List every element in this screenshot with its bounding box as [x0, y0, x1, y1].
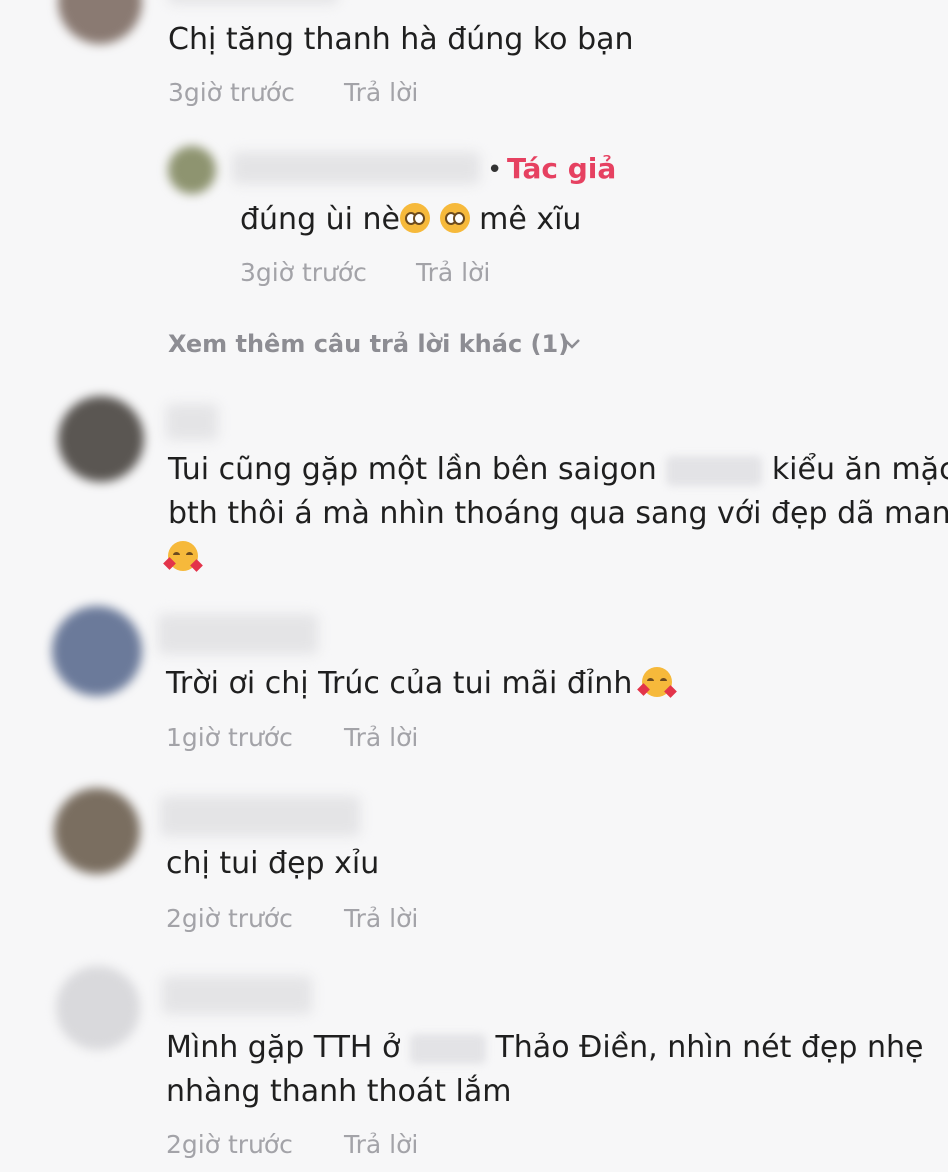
avatar[interactable]: [168, 146, 216, 194]
separator-dot: •: [487, 155, 503, 185]
pleading-face-icon: [439, 203, 470, 233]
timestamp: 1giờ trước: [166, 723, 293, 752]
comment-text: chị tui đẹp xỉu: [166, 846, 380, 881]
avatar[interactable]: [54, 788, 140, 874]
more-replies-link[interactable]: Xem thêm câu trả lời khác (1): [168, 330, 569, 358]
pleading-face-icon: [400, 203, 431, 233]
comment-text: [163, 536, 203, 580]
timestamp: 3giờ trước: [240, 258, 367, 287]
comment-text: Chị tăng thanh hà đúng ko bạn: [168, 22, 634, 57]
comment-meta: 2giờ trước Trả lời: [166, 1128, 418, 1162]
timestamp: 2giờ trước: [166, 1130, 293, 1159]
reply-button[interactable]: Trả lời: [344, 902, 418, 936]
avatar[interactable]: [58, 0, 142, 44]
comment-meta: 3giờ trước Trả lời: [168, 76, 418, 110]
comment-text: nhàng thanh thoát lắm: [166, 1074, 512, 1109]
redacted-text: [666, 455, 763, 486]
comment-meta: 1giờ trước Trả lời: [166, 721, 418, 755]
smiling-face-with-hearts-icon: [163, 541, 203, 572]
username-blurred[interactable]: [160, 796, 360, 836]
avatar[interactable]: [58, 396, 144, 482]
timestamp: 3giờ trước: [168, 78, 295, 107]
reply-button[interactable]: Trả lời: [344, 721, 418, 755]
reply-button[interactable]: Trả lời: [344, 1128, 418, 1162]
username-blurred[interactable]: [166, 404, 218, 440]
username-blurred[interactable]: [168, 0, 338, 4]
reply-button[interactable]: Trả lời: [416, 256, 490, 290]
timestamp: 2giờ trước: [166, 904, 293, 933]
comment-text: Trời ơi chị Trúc của tui mãi đỉnh: [166, 662, 677, 706]
redacted-text: [409, 1033, 486, 1064]
comment-text: bth thôi á mà nhìn thoáng qua sang với đ…: [168, 496, 948, 531]
avatar[interactable]: [52, 606, 142, 696]
chevron-down-icon[interactable]: [562, 336, 582, 352]
comment-text: Mình gặp TTH ở Thảo Điền, nhìn nét đẹp n…: [166, 1030, 924, 1065]
comment-meta: 3giờ trước Trả lời: [240, 256, 490, 290]
comment-text: Tui cũng gặp một lần bên saigon kiểu ăn …: [168, 452, 948, 487]
comment-meta: 2giờ trước Trả lời: [166, 902, 418, 936]
smiling-face-with-hearts-icon: [637, 667, 677, 698]
reply-button[interactable]: Trả lời: [344, 76, 418, 110]
author-badge: Tác giả: [507, 152, 617, 185]
comment-text: đúng ùi nè mê xĩu: [240, 202, 582, 237]
username-blurred[interactable]: [232, 152, 480, 184]
avatar[interactable]: [56, 966, 140, 1050]
username-blurred[interactable]: [162, 976, 312, 1014]
username-blurred[interactable]: [158, 614, 318, 654]
